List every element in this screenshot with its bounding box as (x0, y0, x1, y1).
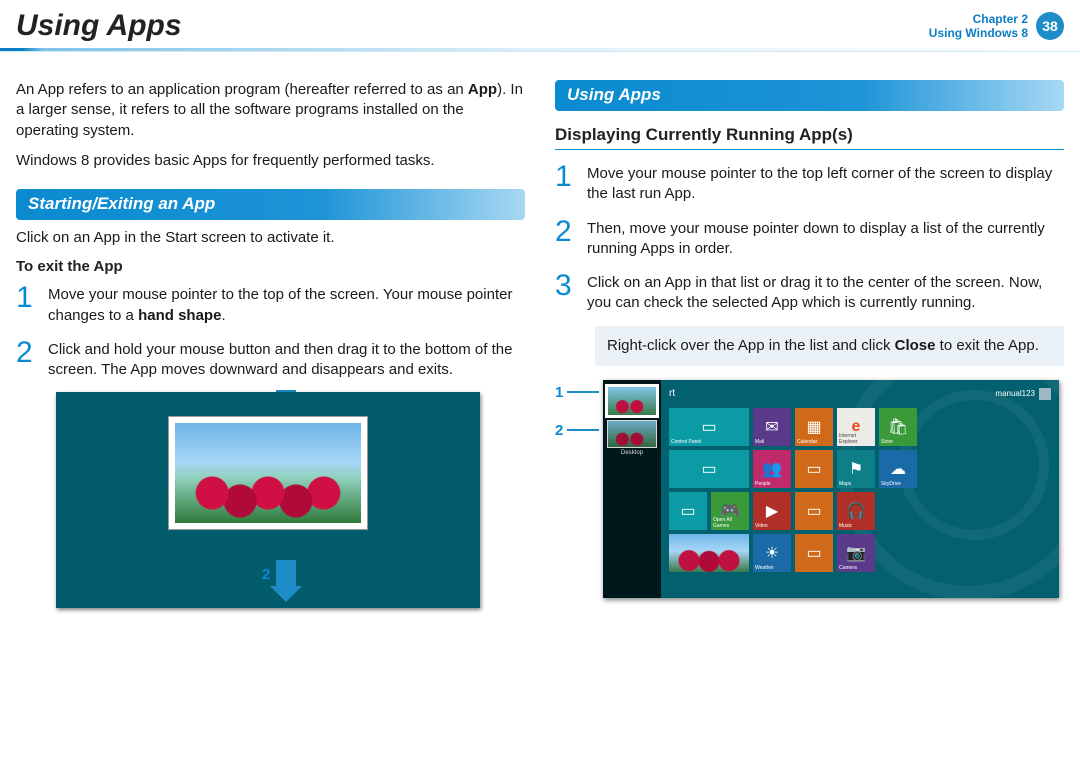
step-number: 2 (555, 217, 577, 260)
step-text: Move your mouse pointer to the top of th… (48, 283, 525, 326)
tile-camera: 📷Camera (837, 534, 875, 572)
left-column: An App refers to an application program … (16, 80, 525, 608)
tile-weather: ☀Weather (753, 534, 791, 572)
tile-photos (669, 534, 749, 572)
section-starting-exiting: Starting/Exiting an App (16, 189, 525, 220)
figure1-app-window (168, 416, 368, 530)
step-text: Move your mouse pointer to the top left … (587, 162, 1064, 205)
tile-store: 🛍Store (879, 408, 917, 446)
tile-maps: ⚑Maps (837, 450, 875, 488)
tile-calendar: ▦Calendar (795, 408, 833, 446)
intro-paragraph-1: An App refers to an application program … (16, 80, 525, 141)
step-number: 1 (16, 283, 38, 326)
header-divider (0, 48, 1080, 52)
sub-heading-running-apps: Displaying Currently Running App(s) (555, 125, 1064, 150)
step-text: Click and hold your mouse button and the… (48, 338, 525, 381)
chapter-info: Chapter 2 Using Windows 8 (929, 12, 1028, 41)
tile: ▭ (795, 450, 833, 488)
tile-video: ▶Video (753, 492, 791, 530)
page-number-badge: 38 (1036, 12, 1064, 40)
figure-start-screen: 1 2 Desktop rt manual123 (555, 380, 1064, 598)
tile: ▭ (669, 450, 749, 488)
page-title: Using Apps (16, 9, 182, 43)
figure-drag-app: 1 2 (56, 392, 525, 608)
intro-paragraph-2: Windows 8 provides basic Apps for freque… (16, 151, 525, 171)
header-meta: Chapter 2 Using Windows 8 38 (929, 12, 1064, 41)
right-step-2: 2 Then, move your mouse pointer down to … (555, 217, 1064, 260)
app-thumbnail (607, 420, 657, 448)
page-header: Using Apps Chapter 2 Using Windows 8 38 (0, 0, 1080, 48)
figure1-callout-2: 2 (262, 560, 296, 588)
section-using-apps: Using Apps (555, 80, 1064, 111)
chapter-label: Chapter 2 (929, 12, 1028, 26)
callout-line (567, 391, 599, 393)
tulip-photo (175, 423, 361, 523)
tile-games: 🎮Open All Games (711, 492, 749, 530)
section1-paragraph: Click on an App in the Start screen to a… (16, 228, 525, 248)
callout-line (567, 429, 599, 431)
right-column: Using Apps Displaying Currently Running … (555, 80, 1064, 608)
tile: ▭ (795, 492, 833, 530)
note-close-app: Right-click over the App in the list and… (595, 326, 1064, 366)
tile-people: 👥People (753, 450, 791, 488)
figure2-callout-1: 1 (555, 384, 599, 401)
tile: ▭ (669, 492, 707, 530)
tile-mail: ✉Mail (753, 408, 791, 446)
left-step-2: 2 Click and hold your mouse button and t… (16, 338, 525, 381)
tile: ▭Control Panel (669, 408, 749, 446)
right-step-1: 1 Move your mouse pointer to the top lef… (555, 162, 1064, 205)
figure2-callout-2: 2 (555, 422, 599, 439)
start-tiles: ▭Control Panel ✉Mail ▦Calendar eInternet… (669, 408, 1001, 572)
arrow-down-icon (276, 560, 296, 588)
start-label: rt (669, 388, 675, 399)
tile-skydrive: ☁SkyDrive (879, 450, 917, 488)
right-step-3: 3 Click on an App in that list or drag i… (555, 271, 1064, 314)
tile-music: 🎧Music (837, 492, 875, 530)
thumb-label: Desktop (607, 450, 657, 456)
app-thumbnail (607, 386, 657, 416)
step-text: Then, move your mouse pointer down to di… (587, 217, 1064, 260)
user-label: manual123 (995, 388, 1051, 400)
step-text: Click on an App in that list or drag it … (587, 271, 1064, 314)
page-body: An App refers to an application program … (0, 62, 1080, 608)
avatar-icon (1039, 388, 1051, 400)
tile: ▭ (795, 534, 833, 572)
app-switcher-sidebar: Desktop (603, 380, 661, 598)
figure2-screen: Desktop rt manual123 ▭Control Panel ✉Mai… (603, 380, 1059, 598)
exit-heading: To exit the App (16, 258, 525, 275)
section-label: Using Windows 8 (929, 26, 1028, 40)
step-number: 1 (555, 162, 577, 205)
left-step-1: 1 Move your mouse pointer to the top of … (16, 283, 525, 326)
step-number: 3 (555, 271, 577, 314)
step-number: 2 (16, 338, 38, 381)
tile-ie: eInternet Explorer (837, 408, 875, 446)
